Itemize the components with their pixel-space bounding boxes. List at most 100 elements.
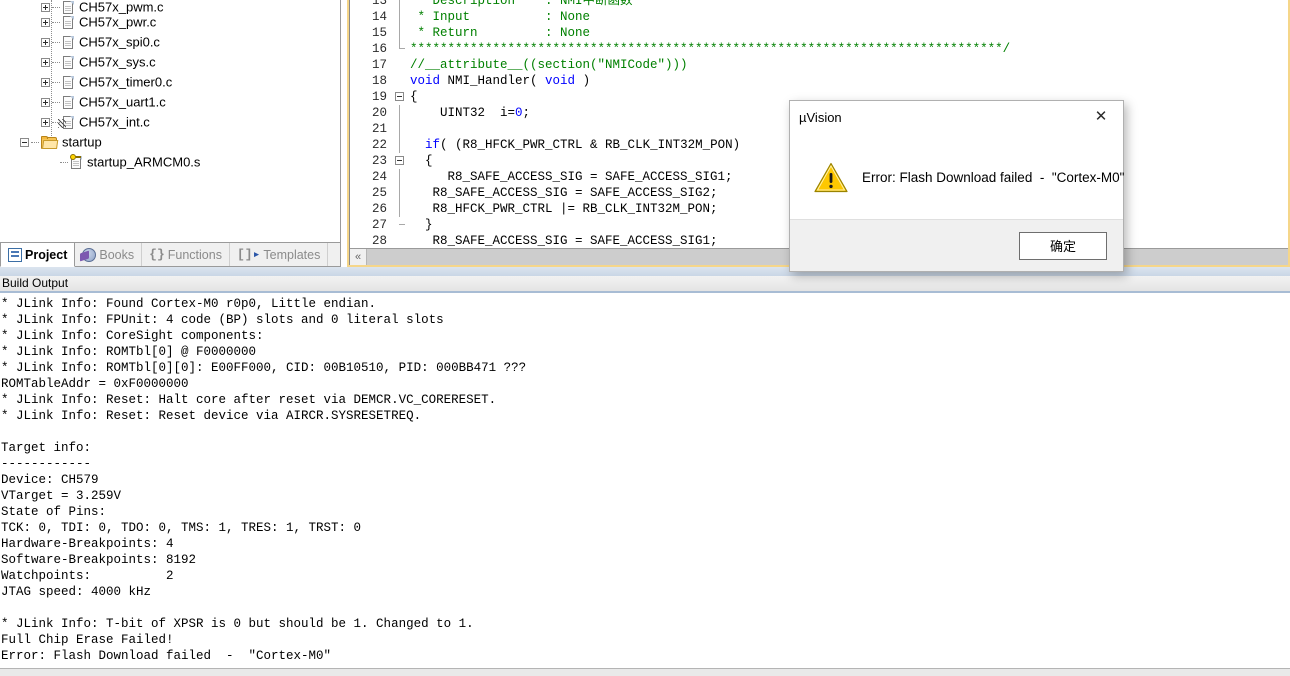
dialog-title-text: µVision (799, 109, 842, 125)
code-text: R8_SAFE_ACCESS_SIG = SAFE_ACCESS_SIG1; (410, 234, 718, 248)
expand-icon[interactable] (41, 118, 50, 128)
code-fold-marker[interactable] (392, 153, 410, 169)
tree-item[interactable]: CH57x_timer0.c (0, 72, 340, 92)
error-dialog[interactable]: µVision ✕ Error: Flash Download failed -… (789, 100, 1124, 272)
code-fold-marker[interactable] (392, 137, 410, 153)
dialog-body: Error: Flash Download failed - "Cortex-M… (790, 133, 1125, 221)
code-text: * Input : None (410, 10, 591, 24)
tree-connector (52, 7, 60, 8)
collapse-icon[interactable] (20, 138, 29, 148)
expand-icon[interactable] (41, 98, 50, 108)
tree-item[interactable]: CH57x_spi0.c (0, 32, 340, 52)
tree-item[interactable]: CH57x_pwm.c (0, 0, 340, 14)
code-fold-marker[interactable] (392, 9, 410, 25)
code-fold-marker[interactable] (392, 25, 410, 41)
file-icon (62, 55, 75, 70)
line-number: 22 (350, 137, 392, 153)
code-text: * Description : NMI中断函数 (410, 0, 633, 8)
code-line[interactable]: 14 * Input : None (350, 9, 1288, 25)
line-number: 25 (350, 185, 392, 201)
project-tree-panel[interactable]: CH57x_pwm.c CH57x_pwr.c CH57x_spi0.c CH57x_… (0, 0, 341, 243)
expand-icon[interactable] (41, 3, 50, 12)
code-fold-marker[interactable] (392, 57, 410, 73)
code-text: { (410, 154, 433, 168)
file-icon (62, 75, 75, 90)
tab-label: Books (99, 247, 135, 262)
line-number: 20 (350, 105, 392, 121)
expand-icon[interactable] (41, 78, 50, 88)
code-line[interactable]: 16 **************************************… (350, 41, 1288, 57)
dialog-message-text: Error: Flash Download failed - "Cortex-M… (862, 169, 1125, 185)
code-text: R8_SAFE_ACCESS_SIG = SAFE_ACCESS_SIG1; (410, 170, 733, 184)
code-text: R8_SAFE_ACCESS_SIG = SAFE_ACCESS_SIG2; (410, 186, 718, 200)
code-text: * Return : None (410, 26, 591, 40)
tree-item-label: CH57x_pwr.c (79, 14, 157, 30)
tree-connector (52, 62, 60, 64)
tab-functions[interactable]: {} Functions (142, 243, 230, 266)
tree-item[interactable]: CH57x_pwr.c (0, 12, 340, 32)
tree-item[interactable]: startup (0, 132, 340, 152)
code-fold-marker[interactable] (392, 233, 410, 248)
expand-icon[interactable] (41, 18, 50, 28)
tree-connector (52, 22, 60, 24)
code-fold-marker[interactable] (392, 89, 410, 105)
braces-icon: {} (149, 247, 165, 262)
line-number: 16 (350, 41, 392, 57)
ok-button[interactable]: 确定 (1019, 231, 1107, 260)
tree-item[interactable]: CH57x_uart1.c (0, 92, 340, 112)
close-icon[interactable]: ✕ (1079, 101, 1123, 131)
code-text: UINT32 i=0; (410, 106, 531, 120)
build-output-log[interactable]: * JLink Info: Found Cortex-M0 r0p0, Litt… (0, 296, 1290, 666)
file-key-icon (70, 154, 83, 170)
tab-label: Project (25, 247, 68, 262)
tab-label: Templates (263, 247, 321, 262)
code-line[interactable]: 13 * Description : NMI中断函数 (350, 0, 1288, 9)
tab-books[interactable]: Books (75, 243, 143, 266)
code-text: //__attribute__((section("NMICode"))) (410, 58, 688, 72)
line-number: 27 (350, 217, 392, 233)
tab-project[interactable]: Project (0, 243, 76, 267)
tree-item[interactable]: startup_ARMCM0.s (0, 152, 340, 172)
tree-item[interactable]: CH57x_sys.c (0, 52, 340, 72)
build-output-title: Build Output (0, 276, 1290, 293)
dialog-footer: 确定 (790, 219, 1123, 271)
code-fold-marker[interactable] (392, 0, 410, 9)
warning-triangle-icon (814, 162, 848, 193)
line-number: 28 (350, 233, 392, 248)
tree-item[interactable]: CH57x_int.c (0, 112, 340, 132)
project-tree[interactable]: CH57x_pwm.c CH57x_pwr.c CH57x_spi0.c CH57x_… (0, 0, 340, 172)
code-fold-marker[interactable] (392, 201, 410, 217)
code-line[interactable]: 17 //__attribute__((section("NMICode"))) (350, 57, 1288, 73)
tab-label: Functions (167, 247, 222, 262)
line-number: 26 (350, 201, 392, 217)
expand-icon[interactable] (41, 58, 50, 68)
tree-connector (31, 142, 39, 144)
line-number: 24 (350, 169, 392, 185)
tree-connector (52, 42, 60, 44)
tree-item-label: startup_ARMCM0.s (87, 154, 201, 170)
scroll-left-arrow-icon[interactable]: « (350, 249, 367, 265)
tree-item-label: CH57x_uart1.c (79, 94, 166, 110)
code-fold-marker[interactable] (392, 185, 410, 201)
line-number: 17 (350, 57, 392, 73)
code-line[interactable]: 18 void NMI_Handler( void ) (350, 73, 1288, 89)
file-icon (62, 15, 75, 30)
line-number: 18 (350, 73, 392, 89)
code-fold-marker[interactable] (392, 169, 410, 185)
code-fold-marker[interactable] (392, 217, 410, 233)
code-fold-marker[interactable] (392, 41, 410, 57)
code-fold-marker[interactable] (392, 105, 410, 121)
dialog-title-bar[interactable]: µVision ✕ (790, 101, 1123, 133)
code-fold-marker[interactable] (392, 121, 410, 137)
tab-templates[interactable]: []▸ Templates (230, 243, 329, 266)
line-number: 13 (350, 0, 392, 7)
code-fold-marker[interactable] (392, 73, 410, 89)
expand-icon[interactable] (41, 38, 50, 48)
tree-connector (52, 102, 60, 104)
project-pane-tabs[interactable]: Project Books{} Functions []▸ Templates (0, 243, 341, 267)
code-text: void NMI_Handler( void ) (410, 74, 591, 88)
code-line[interactable]: 15 * Return : None (350, 25, 1288, 41)
code-text: } (410, 218, 433, 232)
tree-item-label: CH57x_spi0.c (79, 34, 160, 50)
file-edited-icon (58, 115, 75, 130)
